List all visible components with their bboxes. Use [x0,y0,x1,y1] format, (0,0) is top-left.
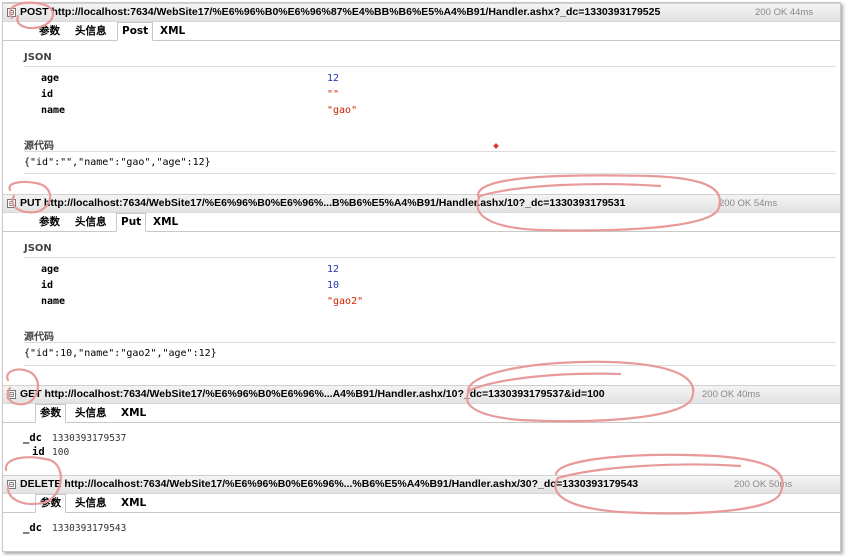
source-code: {"id":"","name":"gao","age":12} [24,157,211,168]
tab-headers[interactable]: 头信息 [71,495,111,511]
tab-params[interactable]: 参数 [35,23,64,39]
field-key: id [41,280,54,291]
source-label: 源代码 [24,141,54,152]
tab-post[interactable]: Post [117,22,154,41]
tab-headers[interactable]: 头信息 [71,23,111,39]
request-status: 200 OK 50ms [734,479,793,490]
field-value: 12 [327,73,340,84]
tab-params[interactable]: 参数 [35,404,66,423]
param-key: id [32,446,45,458]
tab-xml[interactable]: XML [117,405,150,421]
request-tabs: 参数 头信息 Put XML [3,212,840,232]
divider [24,173,836,174]
request-header-get[interactable]: ⊟ GET http://localhost:7634/WebSite17/%E… [3,385,840,404]
tab-headers[interactable]: 头信息 [71,405,111,421]
request-tabs: 参数 头信息 XML [3,493,840,513]
firebug-net-panel: ⊟ POST http://localhost:7634/WebSite17/%… [2,2,841,552]
field-key: id [41,89,54,100]
field-value: "gao" [327,105,358,116]
tab-xml[interactable]: XML [156,23,189,39]
request-tabs: 参数 头信息 Post XML [3,21,840,41]
request-header-put[interactable]: ⊟ PUT http://localhost:7634/WebSite17/%E… [3,194,840,213]
json-label: JSON [24,52,52,63]
divider [24,257,836,258]
collapse-icon[interactable]: ⊟ [7,390,16,399]
param-value: 1330393179537 [52,433,127,444]
request-url[interactable]: GET http://localhost:7634/WebSite17/%E6%… [20,388,605,400]
tab-params[interactable]: 参数 [35,494,66,513]
param-value: 100 [52,447,70,458]
divider [24,151,836,152]
collapse-icon[interactable]: ⊟ [7,199,16,208]
param-key: _dc [23,522,42,534]
field-key: age [41,73,60,84]
divider [24,66,836,67]
field-value: 10 [327,280,340,291]
source-label: 源代码 [24,332,54,343]
tab-headers[interactable]: 头信息 [71,214,111,230]
source-code: {"id":10,"name":"gao2","age":12} [24,348,217,359]
request-status: 200 OK 54ms [719,198,778,209]
param-value: 1330393179543 [52,523,127,534]
request-header-delete[interactable]: ⊟ DELETE http://localhost:7634/WebSite17… [3,475,840,494]
request-url[interactable]: PUT http://localhost:7634/WebSite17/%E6%… [20,197,625,209]
field-value: 12 [327,264,340,275]
tab-put[interactable]: Put [116,213,147,232]
tab-xml[interactable]: XML [149,214,182,230]
request-tabs: 参数 头信息 XML [3,403,840,423]
tab-xml[interactable]: XML [117,495,150,511]
request-status: 200 OK 40ms [702,389,761,400]
divider [24,342,836,343]
param-key: _dc [23,432,42,444]
field-value: "" [327,89,340,100]
divider [24,365,836,366]
collapse-icon[interactable]: ⊟ [7,480,16,489]
json-label: JSON [24,243,52,254]
field-value: "gao2" [327,296,364,307]
field-key: age [41,264,60,275]
request-header-post[interactable]: ⊟ POST http://localhost:7634/WebSite17/%… [3,3,840,22]
field-key: name [41,296,66,307]
request-status: 200 OK 44ms [755,7,814,18]
request-url[interactable]: DELETE http://localhost:7634/WebSite17/%… [20,478,638,490]
collapse-icon[interactable]: ⊟ [7,8,16,17]
field-key: name [41,105,66,116]
tab-params[interactable]: 参数 [35,214,64,230]
request-url[interactable]: POST http://localhost:7634/WebSite17/%E6… [20,6,660,18]
